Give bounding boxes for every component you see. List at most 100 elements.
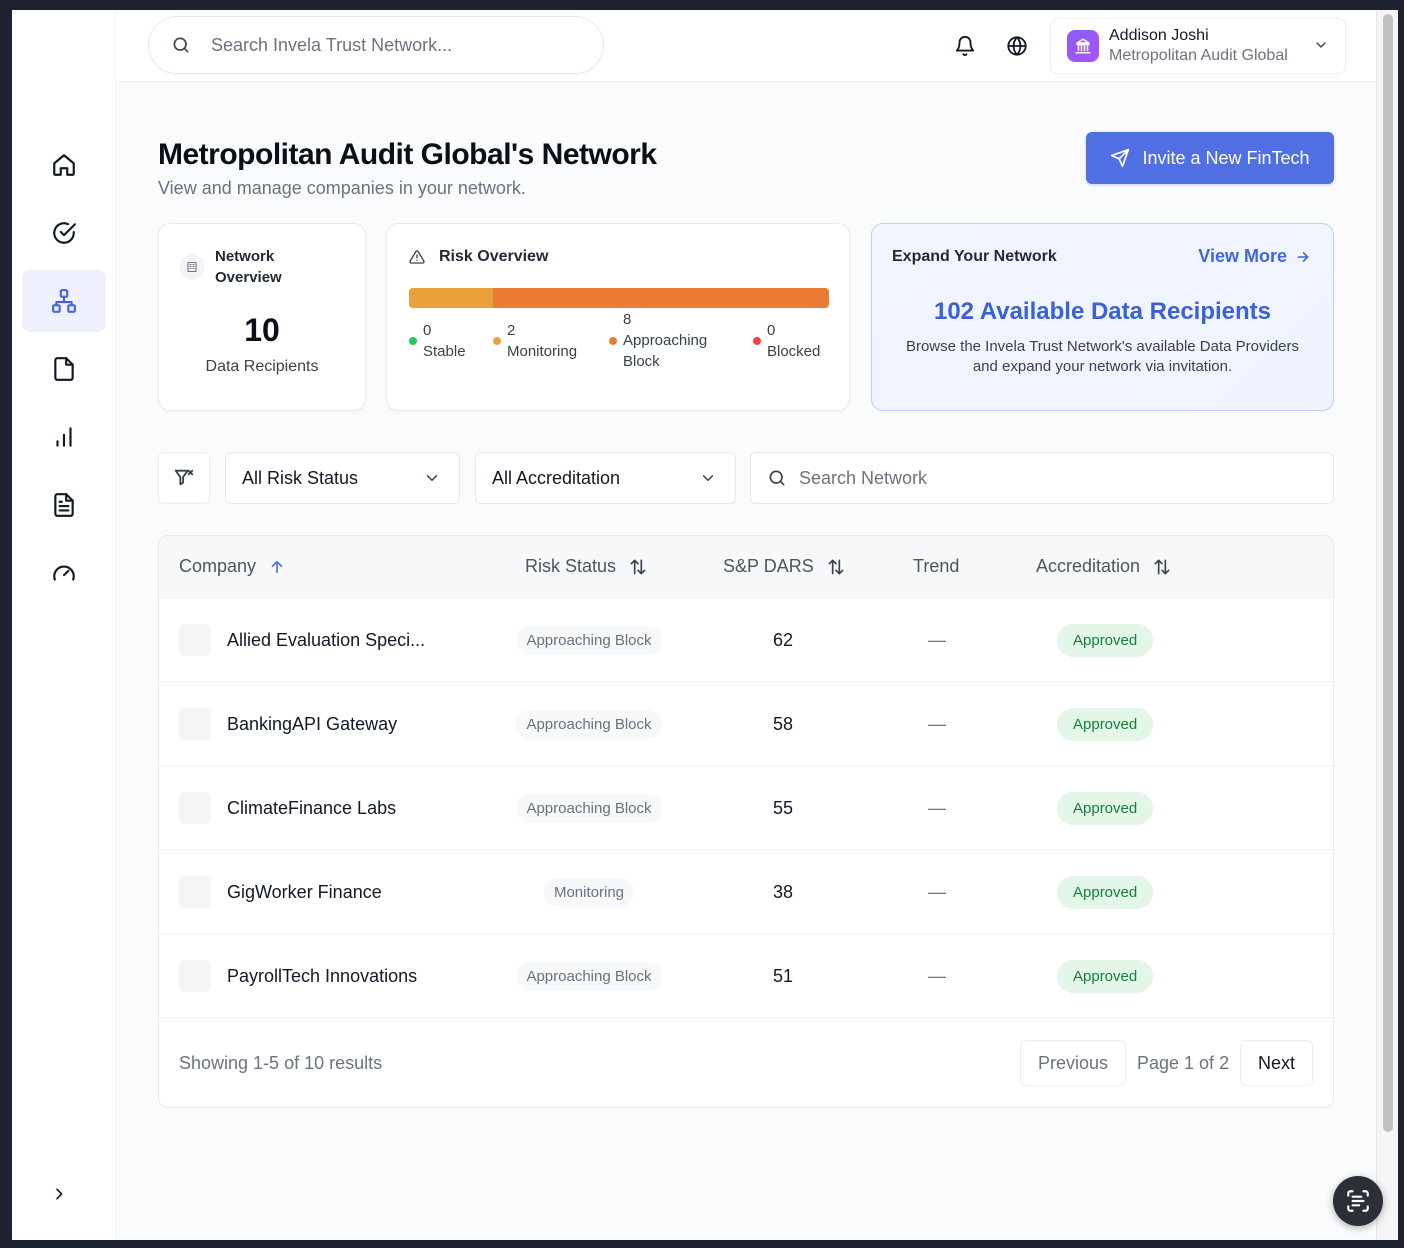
- risk-status-badge: Approaching Block: [516, 793, 662, 823]
- notifications-button[interactable]: [953, 34, 977, 58]
- invite-fintech-button[interactable]: Invite a New FinTech: [1086, 132, 1334, 184]
- risk-legend: 0 Stable 2 Monitoring 8 Approaching Block 0…: [409, 311, 829, 380]
- network-overview-title: Network Overview: [215, 248, 282, 286]
- company-name: ClimateFinance Labs: [227, 797, 397, 818]
- filter-x-icon: [174, 469, 194, 486]
- chevron-right-icon: [56, 1188, 63, 1200]
- expand-network-card: Expand Your Network View More 102 Availa…: [871, 223, 1334, 411]
- trend-indicator: —: [928, 881, 946, 902]
- column-accreditation[interactable]: Accreditation: [1036, 556, 1172, 577]
- company-name: PayrollTech Innovations: [227, 965, 418, 986]
- company-name: BankingAPI Gateway: [227, 713, 398, 734]
- dars-score: 55: [772, 797, 794, 818]
- legend-dot: [753, 337, 761, 345]
- next-page-button[interactable]: Next: [1240, 1040, 1313, 1086]
- risk-overview-card: Risk Overview 0 Stable 2 Monitoring 8 Appro…: [386, 223, 850, 411]
- sidebar-item-documents[interactable]: [22, 474, 106, 536]
- document-text-icon: [54, 493, 74, 517]
- dars-score: 38: [772, 881, 794, 902]
- sort-icon: [1154, 559, 1170, 574]
- sort-ascending-icon: [271, 560, 283, 573]
- accreditation-badge: Approved: [1057, 707, 1154, 741]
- company-avatar: [1067, 30, 1099, 62]
- accreditation-badge: Approved: [1057, 875, 1154, 909]
- trend-indicator: —: [928, 629, 946, 650]
- network-search[interactable]: [750, 452, 1334, 504]
- sort-icon: [828, 559, 844, 574]
- invite-fintech-label: Invite a New FinTech: [1142, 147, 1310, 168]
- chevron-down-icon: [699, 469, 717, 492]
- risk-status-filter[interactable]: All Risk Status: [225, 452, 460, 504]
- table-row[interactable]: Allied Evaluation Speci... Approaching B…: [159, 598, 1333, 682]
- risk-distribution-bar: [409, 288, 829, 308]
- page-indicator: Page 1 of 2: [1137, 1053, 1230, 1073]
- accreditation-badge: Approved: [1057, 959, 1154, 993]
- accreditation-badge: Approved: [1057, 791, 1154, 825]
- sidebar-item-files[interactable]: [22, 338, 106, 400]
- table-row[interactable]: ClimateFinance Labs Approaching Block 55…: [159, 766, 1333, 850]
- accreditation-filter[interactable]: All Accreditation: [475, 452, 736, 504]
- global-search-input[interactable]: [211, 34, 571, 56]
- company-logo: [179, 792, 211, 824]
- arrow-right-icon: [1297, 251, 1309, 262]
- sidebar-item-insights[interactable]: [22, 406, 106, 468]
- company-logo: [179, 708, 211, 740]
- warning-icon: [409, 250, 425, 264]
- legend-approaching-block: 8 Approaching Block: [609, 309, 723, 372]
- dars-score: 62: [772, 629, 794, 650]
- expand-network-title: Expand Your Network: [892, 248, 1057, 265]
- table-header: Company Risk Status S&P DARS Trend Accre…: [159, 536, 1333, 598]
- user-name: Addison Joshi: [1109, 27, 1209, 44]
- clear-filters-button[interactable]: [158, 452, 210, 504]
- trend-indicator: —: [928, 713, 946, 734]
- user-menu[interactable]: Addison Joshi Metropolitan Audit Global: [1050, 18, 1346, 74]
- chevron-down-icon: [423, 469, 441, 492]
- network-table: Company Risk Status S&P DARS Trend Accre…: [158, 535, 1334, 1108]
- results-info: Showing 1-5 of 10 results: [179, 1053, 383, 1073]
- pagination: Showing 1-5 of 10 results Previous Page …: [159, 1020, 1333, 1107]
- column-company[interactable]: Company: [179, 556, 286, 577]
- sidebar-item-network[interactable]: [22, 270, 106, 332]
- building-icon: [179, 254, 205, 280]
- sidebar-item-tasks[interactable]: [22, 202, 106, 264]
- previous-page-button[interactable]: Previous: [1020, 1040, 1126, 1086]
- legend-dot: [493, 337, 501, 345]
- legend-blocked: 0 Blocked: [753, 320, 820, 362]
- scrollbar-thumb[interactable]: [1383, 14, 1393, 1132]
- legend-dot: [409, 337, 417, 345]
- column-sp-dars[interactable]: S&P DARS: [723, 556, 846, 577]
- globe-icon: [1007, 36, 1027, 56]
- main-content: Metropolitan Audit Global's Network View…: [116, 82, 1376, 1240]
- company-name: GigWorker Finance: [227, 881, 382, 902]
- risk-status-badge: Approaching Block: [516, 961, 662, 991]
- user-org: Metropolitan Audit Global: [1109, 47, 1288, 64]
- accreditation-filter-value: All Accreditation: [492, 467, 621, 488]
- language-button[interactable]: [1005, 34, 1029, 58]
- legend-monitoring: 2 Monitoring: [493, 320, 577, 362]
- company-logo: [179, 960, 211, 992]
- network-search-input[interactable]: [799, 467, 1299, 489]
- risk-status-badge: Monitoring: [543, 877, 635, 907]
- risk-overview-title: Risk Overview: [439, 248, 549, 265]
- table-row[interactable]: PayrollTech Innovations Approaching Bloc…: [159, 934, 1333, 1018]
- recipient-label: Data Recipients: [205, 358, 319, 375]
- view-more-link[interactable]: View More: [1198, 246, 1311, 267]
- table-row[interactable]: BankingAPI Gateway Approaching Block 58 …: [159, 682, 1333, 766]
- risk-status-badge: Approaching Block: [516, 625, 662, 655]
- company-logo: [179, 876, 211, 908]
- search-icon: [173, 37, 189, 53]
- sort-icon: [630, 559, 646, 574]
- sidebar-item-home[interactable]: [22, 134, 106, 196]
- risk-bar-segment: [493, 288, 829, 308]
- send-icon: [1111, 148, 1130, 168]
- dars-score: 58: [772, 713, 794, 734]
- trend-indicator: —: [928, 797, 946, 818]
- column-risk-status[interactable]: Risk Status: [525, 556, 648, 577]
- table-row[interactable]: GigWorker Finance Monitoring 38 — Approv…: [159, 850, 1333, 934]
- sidebar-item-performance[interactable]: [22, 542, 106, 604]
- global-search[interactable]: [148, 16, 604, 74]
- scan-assistant-button[interactable]: [1333, 1176, 1383, 1226]
- dars-score: 51: [772, 965, 794, 986]
- page-scrollbar[interactable]: [1376, 10, 1398, 1240]
- sidebar-expand-button[interactable]: [48, 1182, 70, 1206]
